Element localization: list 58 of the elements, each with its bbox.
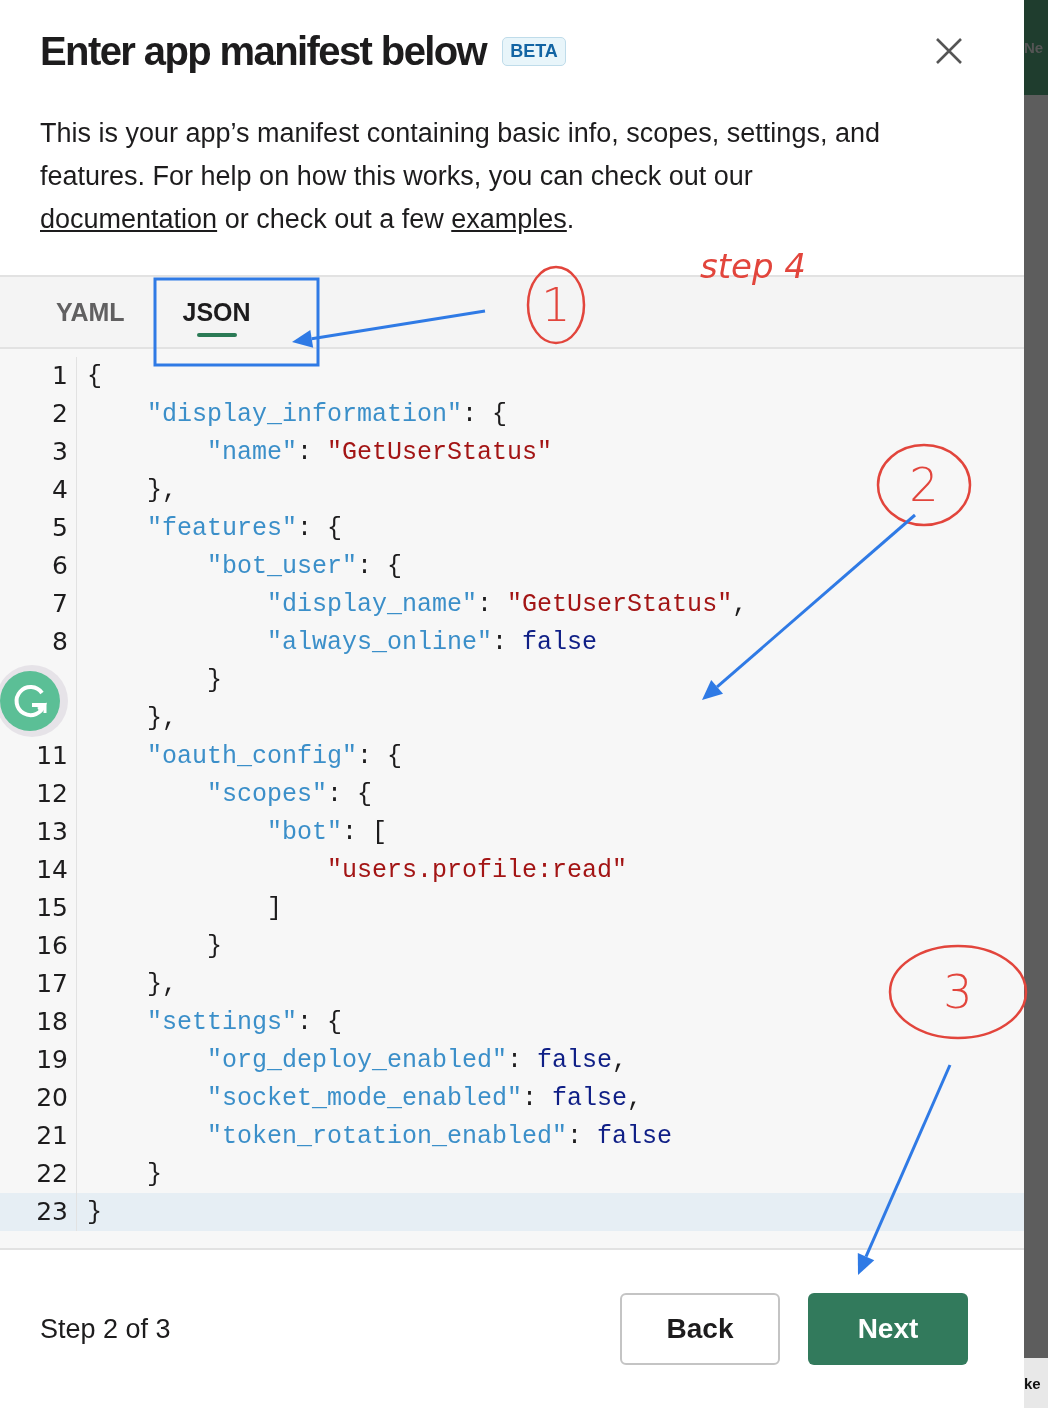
line-number: 8 [0, 623, 77, 661]
documentation-link[interactable]: examples [451, 204, 567, 234]
code-line: "scopes": { [206, 779, 373, 809]
line-number: 21 [0, 1117, 77, 1155]
beta-badge: BETA [502, 36, 566, 66]
line-number: 18 [0, 1003, 77, 1041]
line-number: 4 [0, 471, 77, 509]
code-line: "display_name": "GetUserStatus", [266, 589, 748, 619]
code-line: "bot_user": { [206, 551, 403, 581]
back-button[interactable]: Back [620, 1293, 780, 1365]
dialog-title: Enter app manifest below [40, 28, 487, 74]
line-number: 15 [0, 889, 77, 927]
step-indicator: Step 2 of 3 [40, 1313, 171, 1345]
code-line: "name": "GetUserStatus" [206, 437, 553, 467]
circled-number: 3 [888, 944, 1028, 1040]
documentation-link[interactable]: documentation [40, 204, 218, 234]
code-line: } [146, 1159, 162, 1189]
line-number: 5 [0, 509, 77, 547]
code-line: ] [266, 893, 283, 923]
line-number: 23 [0, 1193, 77, 1231]
line-number: 1 [0, 357, 77, 395]
code-line: "features": { [146, 513, 343, 543]
circled-number: 1 [526, 265, 586, 345]
code-line: "org_deploy_enabled": false, [206, 1045, 628, 1075]
code-line: } [206, 931, 223, 961]
code-line: "bot": [ [266, 817, 388, 847]
handwritten-note: step 4 [700, 246, 806, 286]
code-line: "users.profile:read" [326, 855, 628, 885]
code-line: "display_information": { [146, 399, 508, 429]
close-icon[interactable] [934, 36, 964, 66]
line-number: 16 [0, 927, 77, 965]
description-text: This is your app’s manifest containing basic info, scopes, settings, and features. For help on how this works, you can check out our documentation or check out a few examples. [40, 117, 881, 236]
code-line: "always_online": false [266, 627, 598, 657]
code-line: }, [146, 969, 177, 999]
code-line: "socket_mode_enabled": false, [206, 1083, 643, 1113]
code-line: } [86, 1197, 102, 1227]
code-line: "token_rotation_enabled": false [206, 1121, 673, 1151]
line-number: 12 [0, 775, 77, 813]
code-line: { [86, 361, 102, 391]
line-number: 6 [0, 547, 77, 585]
line-number: 19 [0, 1041, 77, 1079]
next-button[interactable]: Next [808, 1293, 968, 1365]
background-text: ke [1024, 1374, 1041, 1392]
format-tab[interactable]: YAML [40, 277, 141, 347]
line-number: 20 [0, 1079, 77, 1117]
line-number: 2 [0, 395, 77, 433]
line-number: 13 [0, 813, 77, 851]
line-number: 14 [0, 851, 77, 889]
line-number: 17 [0, 965, 77, 1003]
code-line: } [206, 665, 223, 695]
code-line: "oauth_config": { [146, 741, 403, 771]
code-line: "settings": { [146, 1007, 343, 1037]
code-line: }, [146, 475, 177, 505]
code-line: }, [146, 703, 177, 733]
line-number: 7 [0, 585, 77, 623]
circled-number: 2 [876, 443, 972, 527]
format-tab[interactable]: JSON [166, 277, 267, 347]
line-number: 3 [0, 433, 77, 471]
